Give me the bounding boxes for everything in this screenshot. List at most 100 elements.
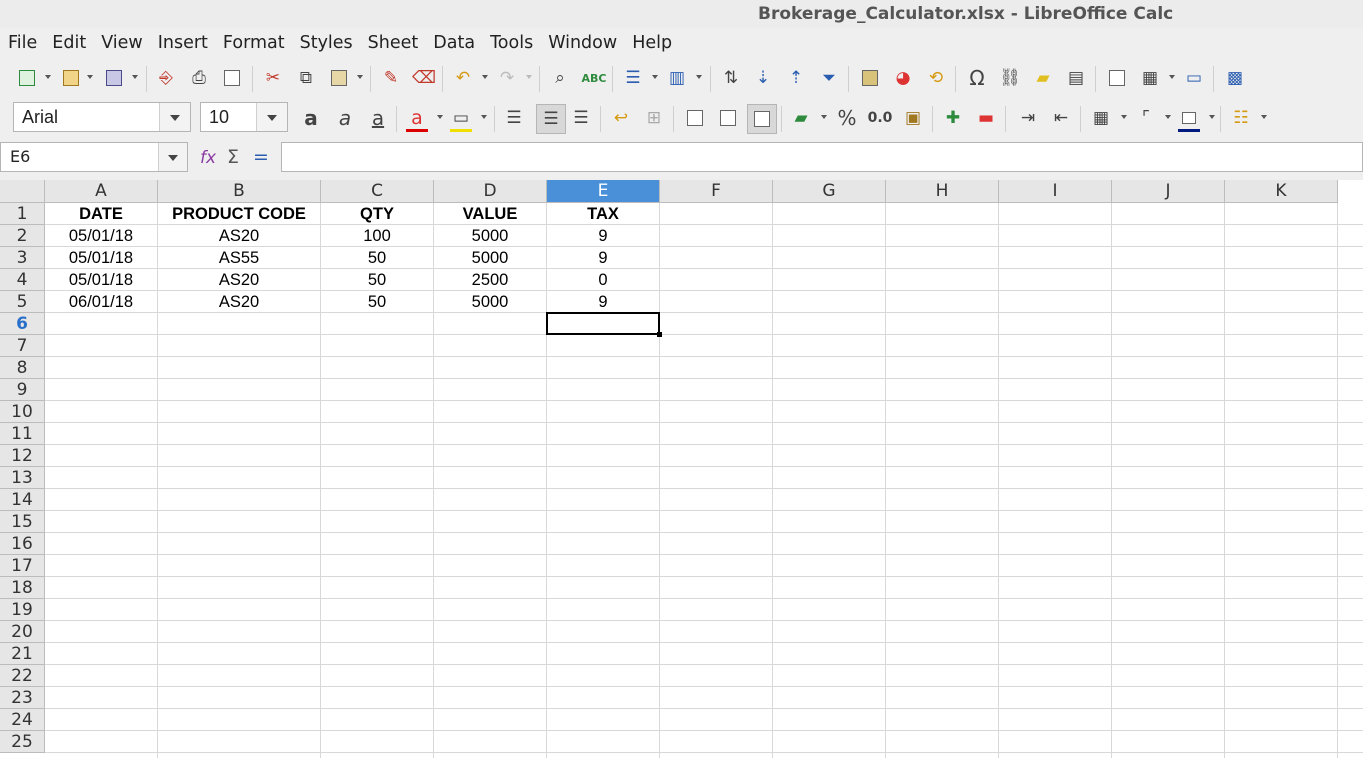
cell-c4[interactable]: 50 (321, 269, 433, 291)
cell-b1[interactable]: PRODUCT CODE (158, 203, 320, 225)
define-print-area-icon[interactable] (1106, 67, 1128, 89)
column-header-k[interactable]: K (1225, 180, 1338, 203)
clear-formatting-icon[interactable]: ⌫ (412, 67, 436, 89)
font-color-dropdown-arrow[interactable] (437, 115, 443, 119)
paste-dropdown-arrow[interactable] (357, 75, 363, 79)
row-header-12[interactable]: 12 (0, 445, 45, 467)
merge-cells-icon[interactable]: ⊞ (643, 107, 665, 129)
menu-tools[interactable]: Tools (490, 33, 533, 53)
column-header-g[interactable]: G (773, 180, 886, 203)
borders-dropdown-arrow[interactable] (1121, 115, 1127, 119)
column-header-h[interactable]: H (886, 180, 999, 203)
row-header-2[interactable]: 2 (0, 225, 45, 247)
font-name-box[interactable]: Arial (13, 102, 191, 132)
paste-icon[interactable] (328, 67, 350, 89)
undo-dropdown-arrow[interactable] (482, 75, 488, 79)
column-icon[interactable]: ▥ (666, 67, 688, 89)
menu-view[interactable]: View (101, 33, 143, 53)
row-header-22[interactable]: 22 (0, 665, 45, 687)
row-header-6[interactable]: 6 (0, 313, 45, 335)
cell-d3[interactable]: 5000 (434, 247, 546, 269)
column-header-j[interactable]: J (1112, 180, 1225, 203)
save-icon[interactable] (103, 67, 125, 89)
cell-b5[interactable]: AS20 (158, 291, 320, 313)
menu-file[interactable]: File (8, 33, 37, 53)
spreadsheet-grid[interactable]: A B C D E F G H I J K 1 2 3 4 5 6 7 8 9 10 11 12 13 14 15 16 17 18 19… (0, 180, 1363, 758)
bold-icon[interactable]: a (300, 106, 322, 130)
align-right-icon[interactable]: ☰ (570, 107, 592, 129)
borders-icon[interactable]: ▦ (1090, 107, 1112, 129)
add-decimal-place-icon[interactable]: ✚ (942, 107, 964, 129)
row-dropdown-arrow[interactable] (652, 75, 658, 79)
cell-e3[interactable]: 9 (547, 247, 659, 269)
row-header-19[interactable]: 19 (0, 599, 45, 621)
cut-icon[interactable]: ✂ (262, 67, 284, 89)
menu-insert[interactable]: Insert (158, 33, 208, 53)
align-top-icon[interactable] (684, 107, 706, 129)
copy-icon[interactable]: ⧉ (295, 67, 317, 89)
menu-edit[interactable]: Edit (52, 33, 86, 53)
currency-format-icon[interactable]: ▰ (790, 107, 812, 129)
column-dropdown-arrow[interactable] (696, 75, 702, 79)
border-style-icon[interactable]: ⌜ (1135, 107, 1157, 129)
menu-styles[interactable]: Styles (300, 33, 353, 53)
special-character-icon[interactable]: Ω (966, 66, 988, 90)
menu-help[interactable]: Help (632, 33, 672, 53)
headers-footers-icon[interactable]: ▤ (1065, 67, 1087, 89)
new-dropdown-arrow[interactable] (45, 75, 51, 79)
undo-icon[interactable]: ↶ (452, 67, 474, 89)
cell-c5[interactable]: 50 (321, 291, 433, 313)
row-header-10[interactable]: 10 (0, 401, 45, 423)
autofilter-icon[interactable]: ⏷ (818, 67, 840, 89)
font-name-dropdown-arrow[interactable] (159, 103, 190, 131)
cell-e1[interactable]: TAX (547, 203, 659, 225)
row-header-24[interactable]: 24 (0, 709, 45, 731)
column-header-a[interactable]: A (45, 180, 158, 203)
number-format-icon[interactable]: 0.0 (867, 107, 893, 129)
menu-sheet[interactable]: Sheet (368, 33, 419, 53)
formula-input[interactable] (281, 142, 1363, 172)
open-folder-icon[interactable] (60, 67, 82, 89)
conditional-format-icon[interactable]: ☷ (1230, 107, 1252, 129)
function-wizard-icon[interactable]: fx (200, 148, 216, 168)
column-header-e[interactable]: E (547, 180, 660, 203)
selected-cell-cursor[interactable] (546, 312, 662, 337)
pivot-table-icon[interactable]: ⟲ (925, 67, 947, 89)
align-center-icon[interactable]: ☰ (536, 104, 566, 134)
cell-a5[interactable]: 06/01/18 (45, 291, 157, 313)
clone-formatting-icon[interactable]: ✎ (380, 67, 402, 89)
autofill-handle[interactable] (657, 332, 662, 337)
sort-ascending-icon[interactable]: ⇡ (785, 67, 807, 89)
redo-icon[interactable]: ↷ (496, 67, 518, 89)
cell-d2[interactable]: 5000 (434, 225, 546, 247)
print-icon[interactable]: ⎙ (188, 67, 210, 89)
wrap-text-icon[interactable]: ↩ (610, 107, 632, 129)
open-dropdown-arrow[interactable] (87, 75, 93, 79)
freeze-rows-columns-icon[interactable]: ▦ (1139, 67, 1161, 89)
row-header-11[interactable]: 11 (0, 423, 45, 445)
redo-dropdown-arrow[interactable] (526, 75, 532, 79)
sort-descending-icon[interactable]: ⇣ (752, 67, 774, 89)
menu-data[interactable]: Data (433, 33, 475, 53)
highlighting-color-dropdown-arrow[interactable] (481, 115, 487, 119)
save-dropdown-arrow[interactable] (132, 75, 138, 79)
show-draw-functions-icon[interactable]: ▩ (1224, 67, 1246, 89)
cell-d5[interactable]: 5000 (434, 291, 546, 313)
cell-a2[interactable]: 05/01/18 (45, 225, 157, 247)
cell-c1[interactable]: QTY (321, 203, 433, 225)
underline-icon[interactable]: a (367, 106, 389, 130)
print-preview-icon[interactable] (221, 67, 243, 89)
date-format-icon[interactable]: ▣ (902, 107, 924, 129)
row-header-4[interactable]: 4 (0, 269, 45, 291)
cell-c3[interactable]: 50 (321, 247, 433, 269)
row-header-3[interactable]: 3 (0, 247, 45, 269)
freeze-dropdown-arrow[interactable] (1169, 75, 1175, 79)
row-header-13[interactable]: 13 (0, 467, 45, 489)
insert-image-icon[interactable] (859, 67, 881, 89)
font-color-icon[interactable]: a (406, 107, 428, 132)
percent-format-icon[interactable]: % (836, 106, 858, 130)
cell-e4[interactable]: 0 (547, 269, 659, 291)
row-header-5[interactable]: 5 (0, 291, 45, 313)
comment-icon[interactable]: ▰ (1032, 67, 1054, 89)
conditional-format-dropdown-arrow[interactable] (1261, 115, 1267, 119)
